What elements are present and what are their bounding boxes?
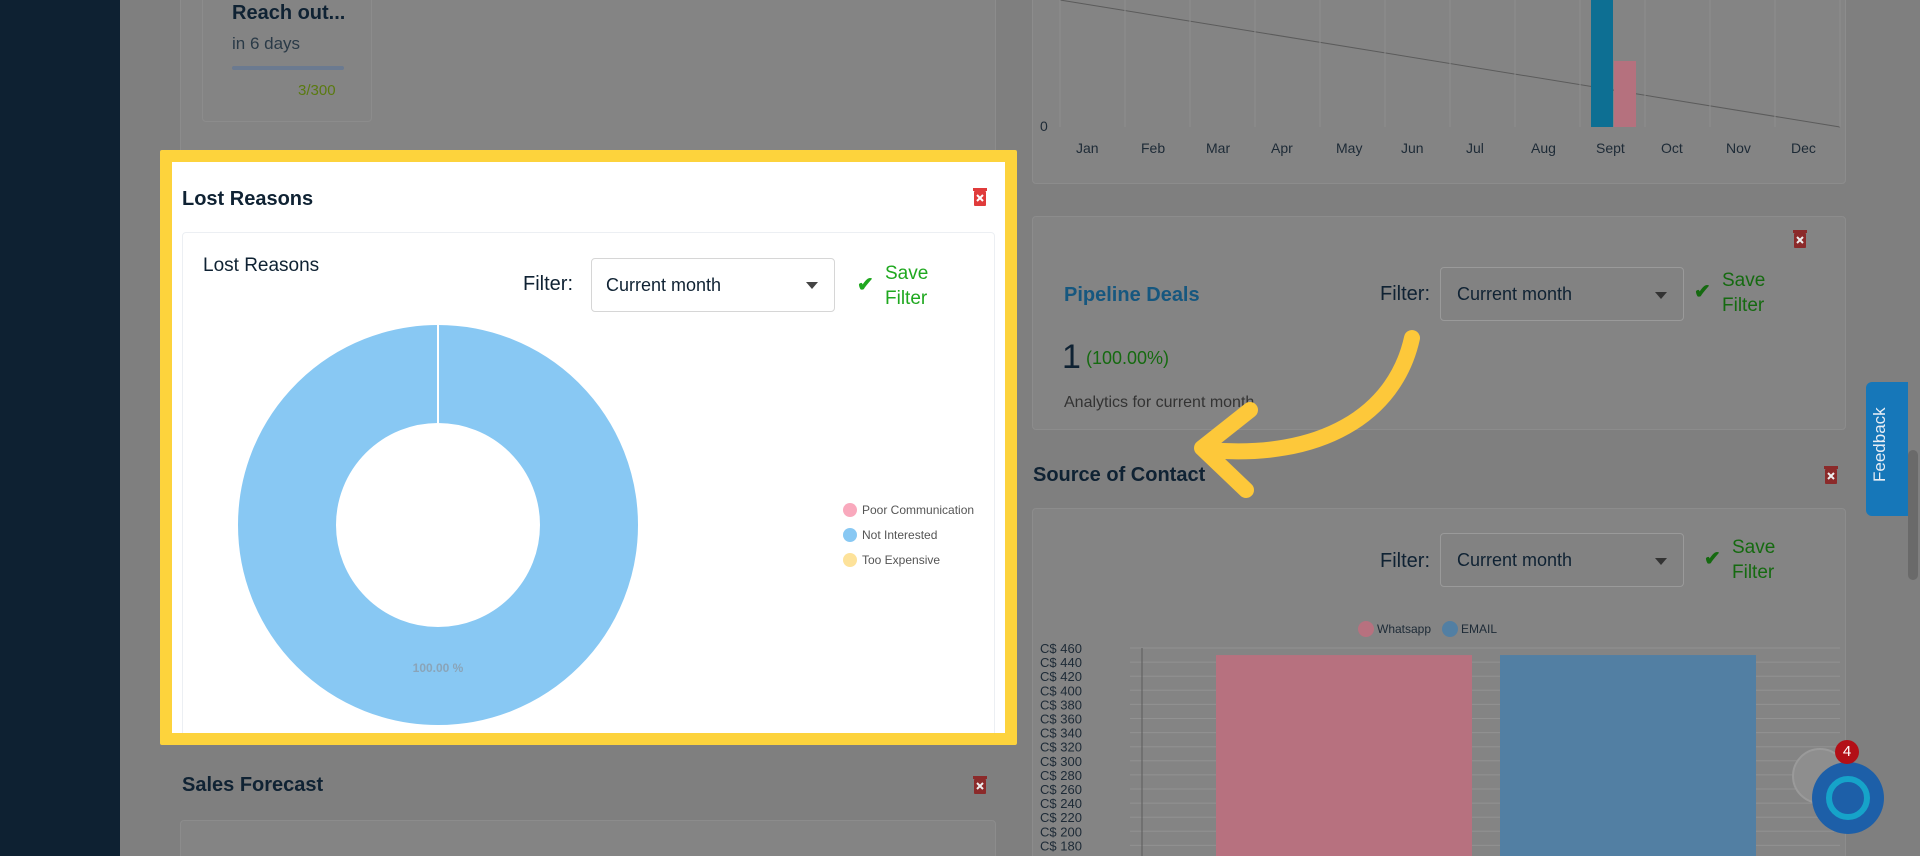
month-tick-label: Aug (1531, 140, 1556, 156)
y-tick-label: C$ 380 (1040, 697, 1082, 712)
legend-item[interactable]: Not Interested (843, 528, 937, 542)
month-tick-label: Mar (1206, 140, 1231, 156)
pipeline-deals-title[interactable]: Pipeline Deals (1064, 284, 1200, 307)
chat-icon (1826, 776, 1870, 820)
y-tick-label: C$ 300 (1040, 754, 1082, 769)
y-tick-label: C$ 340 (1040, 726, 1082, 741)
source-save-label: Save Filter (1732, 537, 1776, 583)
y-tick-label: C$ 180 (1040, 838, 1082, 853)
y-tick-label: C$ 220 (1040, 810, 1082, 825)
bar-whatsapp (1216, 655, 1472, 856)
month-tick-label: Jul (1466, 140, 1484, 156)
legend-label: Not Interested (862, 528, 938, 542)
y-zero-label: 0 (1040, 118, 1048, 134)
feedback-label: Feedback (1870, 407, 1889, 482)
legend-swatch (843, 553, 857, 567)
y-tick-label: C$ 360 (1040, 712, 1082, 727)
legend-item[interactable]: Poor Communication (843, 503, 974, 517)
lost-reasons-save-label: Save Filter (885, 263, 929, 309)
goal-count: 3/300 (298, 82, 336, 99)
month-tick-label: Dec (1791, 140, 1816, 156)
month-tick-label: Jun (1401, 140, 1424, 156)
lost-reasons-filter-value: Current month (606, 274, 722, 295)
check-icon: ✔ (1704, 548, 1721, 570)
source-filter-value: Current month (1457, 549, 1573, 570)
legend-swatch (1442, 621, 1458, 637)
bar-email (1500, 655, 1756, 856)
y-tick-label: C$ 400 (1040, 683, 1082, 698)
sidebar (0, 0, 120, 856)
y-tick-label: C$ 280 (1040, 768, 1082, 783)
lost-reasons-delete-icon[interactable] (972, 186, 988, 206)
pipeline-delete-icon[interactable] (1792, 228, 1808, 248)
pipeline-percent: (100.00%) (1086, 348, 1170, 368)
pipeline-filter-select[interactable]: Current month (1440, 267, 1684, 321)
pipeline-filter-label: Filter: (1380, 283, 1430, 305)
pipeline-count: 1 (1062, 338, 1081, 376)
lost-reasons-donut-chart: 100.00 % (238, 325, 638, 725)
legend-label: Poor Communication (862, 503, 975, 517)
chevron-down-icon (1655, 558, 1667, 565)
source-filter-select[interactable]: Current month (1440, 533, 1684, 587)
source-save-filter[interactable]: ✔ Save Filter (1704, 535, 1792, 585)
y-tick-label: C$ 420 (1040, 669, 1082, 684)
annotation-arrow (1194, 330, 1420, 498)
lost-reasons-title: Lost Reasons (182, 188, 314, 210)
month-tick-label: May (1336, 140, 1363, 156)
month-tick-label: Jan (1076, 140, 1099, 156)
legend-label: Whatsapp (1377, 622, 1431, 636)
legend-swatch (843, 503, 857, 517)
pipeline-filter-value: Current month (1457, 283, 1573, 304)
y-tick-label: C$ 440 (1040, 655, 1082, 670)
y-tick-label: C$ 460 (1040, 641, 1082, 656)
pipeline-save-label: Save Filter (1722, 270, 1766, 316)
sept-bar-blue (1591, 0, 1613, 127)
chat-notification-badge: 4 (1835, 740, 1859, 764)
goal-subtitle: in 6 days (232, 34, 301, 53)
goal-title: Reach out... (232, 2, 346, 24)
chat-launcher-button[interactable] (1812, 762, 1884, 834)
y-tick-label: C$ 200 (1040, 824, 1082, 839)
sales-forecast-delete-icon[interactable] (972, 774, 988, 794)
source-delete-icon[interactable] (1823, 464, 1839, 484)
chevron-down-icon (1655, 292, 1667, 299)
check-icon: ✔ (1694, 281, 1711, 303)
lost-reasons-filter-label: Filter: (523, 273, 573, 295)
y-tick-label: C$ 260 (1040, 782, 1082, 797)
month-tick-label: Feb (1141, 140, 1166, 156)
goal-progress-bar (232, 66, 344, 70)
donut-slice-label: 100.00 % (413, 661, 464, 675)
lost-reasons-card: Lost Reasons Lost Reasons Filter: Curren… (172, 162, 1005, 733)
month-tick-label: Sept (1596, 140, 1625, 156)
source-bar-chart: C$ 460C$ 440C$ 420C$ 400C$ 380C$ 360C$ 3… (1040, 621, 1840, 856)
lost-reasons-inner-title: Lost Reasons (203, 255, 320, 276)
lost-reasons-filter-select[interactable]: Current month (591, 258, 835, 312)
check-icon: ✔ (857, 274, 874, 296)
month-tick-label: Oct (1661, 140, 1683, 156)
sales-forecast-card (180, 820, 996, 856)
legend-swatch (1358, 621, 1374, 637)
y-tick-label: C$ 240 (1040, 796, 1082, 811)
source-filter-label: Filter: (1380, 550, 1430, 572)
pipeline-save-filter[interactable]: ✔ Save Filter (1694, 268, 1782, 318)
legend-label: EMAIL (1461, 622, 1497, 636)
legend-item[interactable]: Too Expensive (843, 553, 940, 567)
feedback-tab[interactable]: Feedback (1866, 382, 1908, 516)
legend-swatch (843, 528, 857, 542)
sales-forecast-title: Sales Forecast (182, 774, 324, 796)
month-tick-label: Apr (1271, 140, 1293, 156)
y-tick-label: C$ 320 (1040, 740, 1082, 755)
chevron-down-icon (806, 282, 818, 289)
sept-bar-pink (1614, 61, 1636, 127)
lost-reasons-save-filter[interactable]: ✔ Save Filter (857, 261, 945, 311)
lost-reasons-inner-panel: Lost Reasons Filter: Current month ✔ Sav… (182, 232, 995, 733)
month-tick-label: Nov (1726, 140, 1751, 156)
scrollbar-thumb[interactable] (1908, 450, 1918, 580)
legend-label: Too Expensive (862, 553, 941, 567)
